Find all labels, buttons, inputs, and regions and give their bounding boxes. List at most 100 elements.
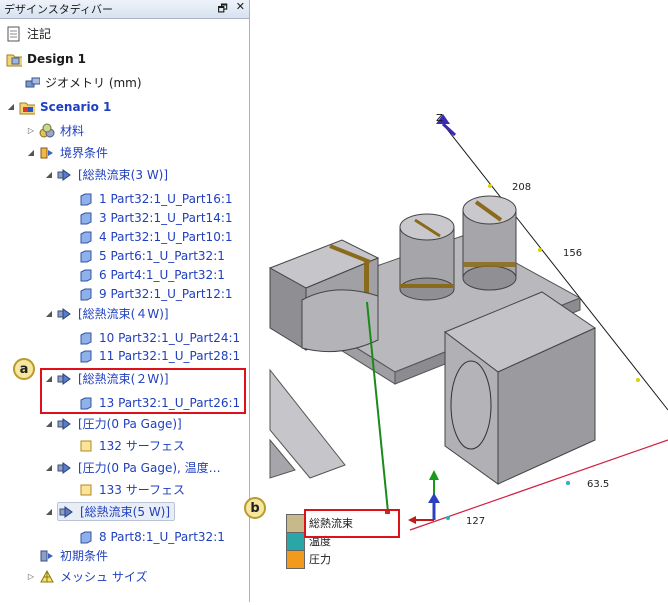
collapse-arrow-icon[interactable]: ◢ xyxy=(6,102,16,111)
tree-item-mesh[interactable]: ▷ メッシュ サイズ xyxy=(26,567,147,586)
face-icon xyxy=(78,529,94,545)
pressure-icon xyxy=(57,416,73,432)
heatflux-icon xyxy=(57,167,73,183)
dimension-label: 156 xyxy=(563,248,582,259)
tree-item-surface[interactable]: 132 サーフェス xyxy=(78,436,185,455)
graphics-viewport[interactable]: Z 208 156 63.5 127 総熱流束 温度 圧力 b xyxy=(244,0,668,602)
tree-item-initial[interactable]: 初期条件 xyxy=(26,546,108,565)
tree-item-face[interactable]: 1 Part32:1_U_Part16:1 xyxy=(78,189,233,208)
panel-titlebar: デザインスタディバー 🗗 ✕ xyxy=(0,0,249,19)
tree-item-design[interactable]: Design 1 xyxy=(6,49,86,68)
tree-label: 材料 xyxy=(60,124,85,138)
dimension-label: 63.5 xyxy=(587,479,609,490)
callout-a-highlight xyxy=(40,368,246,414)
half-cylinder-part[interactable] xyxy=(301,289,379,353)
tree-label: 132 サーフェス xyxy=(99,439,185,453)
face-icon xyxy=(78,267,94,283)
design-folder-icon xyxy=(6,51,22,67)
collapse-arrow-icon[interactable]: ◢ xyxy=(44,419,54,428)
tree-item-face[interactable]: 4 Part32:1_U_Part10:1 xyxy=(78,227,233,246)
dimension-marker xyxy=(636,378,640,382)
tree-label: [圧力(0 Pa Gage), 温度… xyxy=(78,461,221,475)
heatflux-band xyxy=(400,284,454,288)
materials-icon xyxy=(39,123,55,139)
tree-label: 5 Part6:1_U_Part32:1 xyxy=(99,248,225,263)
heatflux-band xyxy=(463,262,516,267)
tree-item-materials[interactable]: ▷ 材料 xyxy=(26,121,84,140)
tree-label: [総熱流束(４W)] xyxy=(78,307,169,321)
tree-item-boundary[interactable]: ◢ 境界条件 xyxy=(26,143,108,162)
cylinder-bottom xyxy=(462,265,517,291)
axis-z-label: Z xyxy=(436,113,443,124)
tree-item-heatflux-3w[interactable]: ◢ [総熱流束(3 W)] xyxy=(44,165,168,184)
pin-icon[interactable]: 🗗 xyxy=(217,0,227,19)
face-icon xyxy=(78,191,94,207)
callout-a-badge: a xyxy=(13,358,35,380)
legend-swatch xyxy=(286,549,305,569)
dimension-marker xyxy=(446,516,450,520)
tree-item-face[interactable]: 3 Part32:1_U_Part14:1 xyxy=(78,208,233,227)
heatflux-icon xyxy=(57,306,73,322)
tree-item-face[interactable]: 5 Part6:1_U_Part32:1 xyxy=(78,246,225,265)
triad-z-arrow-icon xyxy=(428,493,440,503)
face-icon xyxy=(78,348,94,364)
note-icon xyxy=(6,26,22,42)
tree-item-geometry[interactable]: ジオメトリ (mm) xyxy=(24,73,142,92)
tree-label: 9 Part32:1_U_Part12:1 xyxy=(99,286,233,301)
tree-label: 注記 xyxy=(27,27,52,41)
tree-label: [総熱流束(5 W)] xyxy=(80,505,171,519)
face-icon xyxy=(78,248,94,264)
tree-item-face[interactable]: 8 Part8:1_U_Part32:1 xyxy=(78,527,225,546)
panel-title: デザインスタディバー xyxy=(4,3,114,16)
collapse-arrow-icon[interactable]: ◢ xyxy=(44,309,54,318)
collapse-arrow-icon[interactable]: ◢ xyxy=(44,463,54,472)
triad-y-arrow-icon xyxy=(429,470,439,480)
pressure-icon xyxy=(57,460,73,476)
tree-label: 境界条件 xyxy=(60,146,109,160)
tree-item-notes[interactable]: 注記 xyxy=(6,24,51,43)
tree-label: Scenario 1 xyxy=(40,99,112,114)
tree-label: ジオメトリ (mm) xyxy=(45,76,142,90)
dimension-label: 127 xyxy=(466,516,485,527)
scenario-icon xyxy=(19,99,35,115)
tree-item-face[interactable]: 9 Part32:1_U_Part12:1 xyxy=(78,284,233,303)
collapse-arrow-icon[interactable]: ◢ xyxy=(26,148,36,157)
triad-x-arrow-icon xyxy=(408,516,416,524)
tree-item-face[interactable]: 11 Part32:1_U_Part28:1 xyxy=(78,346,240,365)
mesh-icon xyxy=(39,569,55,585)
cylinder-bottom xyxy=(399,277,455,301)
collapse-arrow-icon[interactable]: ◢ xyxy=(44,170,54,179)
initial-conditions-icon xyxy=(39,548,55,564)
dimension-marker xyxy=(538,248,542,252)
geometry-icon xyxy=(24,75,40,91)
close-icon[interactable]: ✕ xyxy=(236,0,245,19)
heatflux-icon xyxy=(59,504,75,520)
tree-item-pressure[interactable]: ◢ [圧力(0 Pa Gage)] xyxy=(44,414,182,433)
face-icon xyxy=(78,330,94,346)
tree-item-scenario[interactable]: ◢ Scenario 1 xyxy=(6,97,111,116)
dimension-label: 208 xyxy=(512,182,531,193)
expand-arrow-icon[interactable]: ▷ xyxy=(26,572,36,581)
legend-swatch xyxy=(286,531,305,551)
tree-label: [圧力(0 Pa Gage)] xyxy=(78,417,182,431)
dimension-marker xyxy=(566,481,570,485)
tree-item-heatflux-5w[interactable]: ◢ [総熱流束(5 W)] xyxy=(44,502,176,521)
dimension-marker xyxy=(488,184,492,188)
tree-item-face[interactable]: 6 Part4:1_U_Part32:1 xyxy=(78,265,225,284)
legend-item: 圧力 xyxy=(286,549,353,569)
expand-arrow-icon[interactable]: ▷ xyxy=(26,126,36,135)
tree-item-surface[interactable]: 133 サーフェス xyxy=(78,480,185,499)
tree-label: 8 Part8:1_U_Part32:1 xyxy=(99,529,225,544)
tree-label: 11 Part32:1_U_Part28:1 xyxy=(99,348,241,363)
legend-swatch xyxy=(286,513,305,533)
callout-b-badge: b xyxy=(244,497,266,519)
tree-item-face[interactable]: 10 Part32:1_U_Part24:1 xyxy=(78,328,240,347)
collapse-arrow-icon[interactable]: ◢ xyxy=(44,507,54,516)
tree-item-heatflux-4w[interactable]: ◢ [総熱流束(４W)] xyxy=(44,304,169,323)
boundary-icon xyxy=(39,145,55,161)
tree-item-pressure-temp[interactable]: ◢ [圧力(0 Pa Gage), 温度… xyxy=(44,458,221,477)
cube-circle-face xyxy=(450,360,492,450)
face-icon xyxy=(78,210,94,226)
surface-icon xyxy=(78,438,94,454)
tree-label: 10 Part32:1_U_Part24:1 xyxy=(99,330,241,345)
